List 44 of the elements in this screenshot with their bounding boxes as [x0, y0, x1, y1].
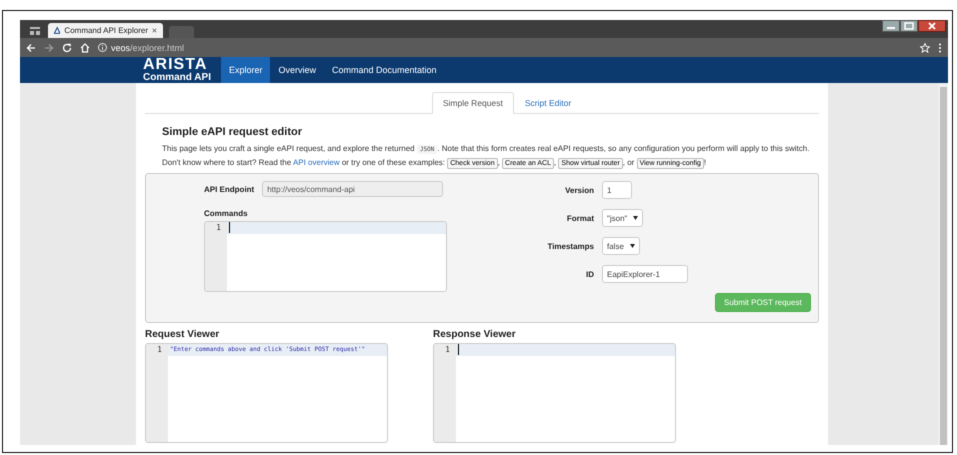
line-number: 1: [215, 222, 222, 234]
dropdown[interactable]: false: [602, 237, 640, 255]
brand-logo[interactable]: ARISTA Command API: [143, 57, 211, 83]
line-number: 1: [156, 344, 163, 356]
nav-link[interactable]: Explorer: [220, 57, 270, 83]
field-label: Commands: [204, 209, 249, 218]
section-heading: Simple eAPI request editor: [162, 126, 303, 138]
commands-editor[interactable]: 1: [204, 221, 447, 292]
scrollbar[interactable]: [938, 83, 948, 445]
viewer-title: Request Viewer: [145, 329, 220, 340]
text-cursor: [458, 344, 459, 355]
close-icon[interactable]: [918, 20, 946, 32]
close-icon[interactable]: [152, 27, 157, 34]
more-menu-icon[interactable]: [938, 42, 942, 52]
caret-icon: [630, 244, 635, 248]
maximize-icon[interactable]: [900, 20, 918, 32]
field-label: Timestamps: [547, 242, 594, 250]
line-number: 1: [444, 344, 451, 356]
reload-icon[interactable]: [62, 42, 72, 52]
text-field[interactable]: EapiExplorer-1: [602, 265, 688, 283]
info-icon: [98, 43, 107, 52]
star-icon[interactable]: [920, 42, 930, 52]
nav-link[interactable]: Overview: [270, 57, 324, 83]
apps-icon[interactable]: [28, 24, 42, 38]
tab[interactable]: Script Editor: [514, 92, 582, 114]
viewer-title: Response Viewer: [433, 329, 517, 340]
text-field[interactable]: 1: [602, 181, 632, 199]
triangle-logo-icon: [54, 26, 60, 35]
tab[interactable]: Simple Request: [432, 92, 514, 114]
minimize-icon[interactable]: [882, 20, 900, 32]
browser-tab[interactable]: Command API Explorer: [48, 23, 163, 38]
nav-link[interactable]: Command Documentation: [324, 57, 445, 83]
text-cursor: [229, 222, 230, 233]
dropdown[interactable]: "json": [602, 209, 644, 227]
code-viewer[interactable]: 1: [433, 343, 676, 443]
field-label: Format: [566, 214, 594, 222]
back-arrow-icon[interactable]: [26, 42, 36, 52]
field-label: Version: [565, 186, 594, 194]
home-icon[interactable]: [80, 42, 90, 52]
overview-link[interactable]: API overview: [292, 158, 340, 167]
url-text: veos/explorer.html: [111, 42, 184, 52]
caret-icon: [633, 216, 638, 220]
field-label: API Endpoint: [204, 184, 254, 194]
field-label: ID: [586, 270, 594, 278]
